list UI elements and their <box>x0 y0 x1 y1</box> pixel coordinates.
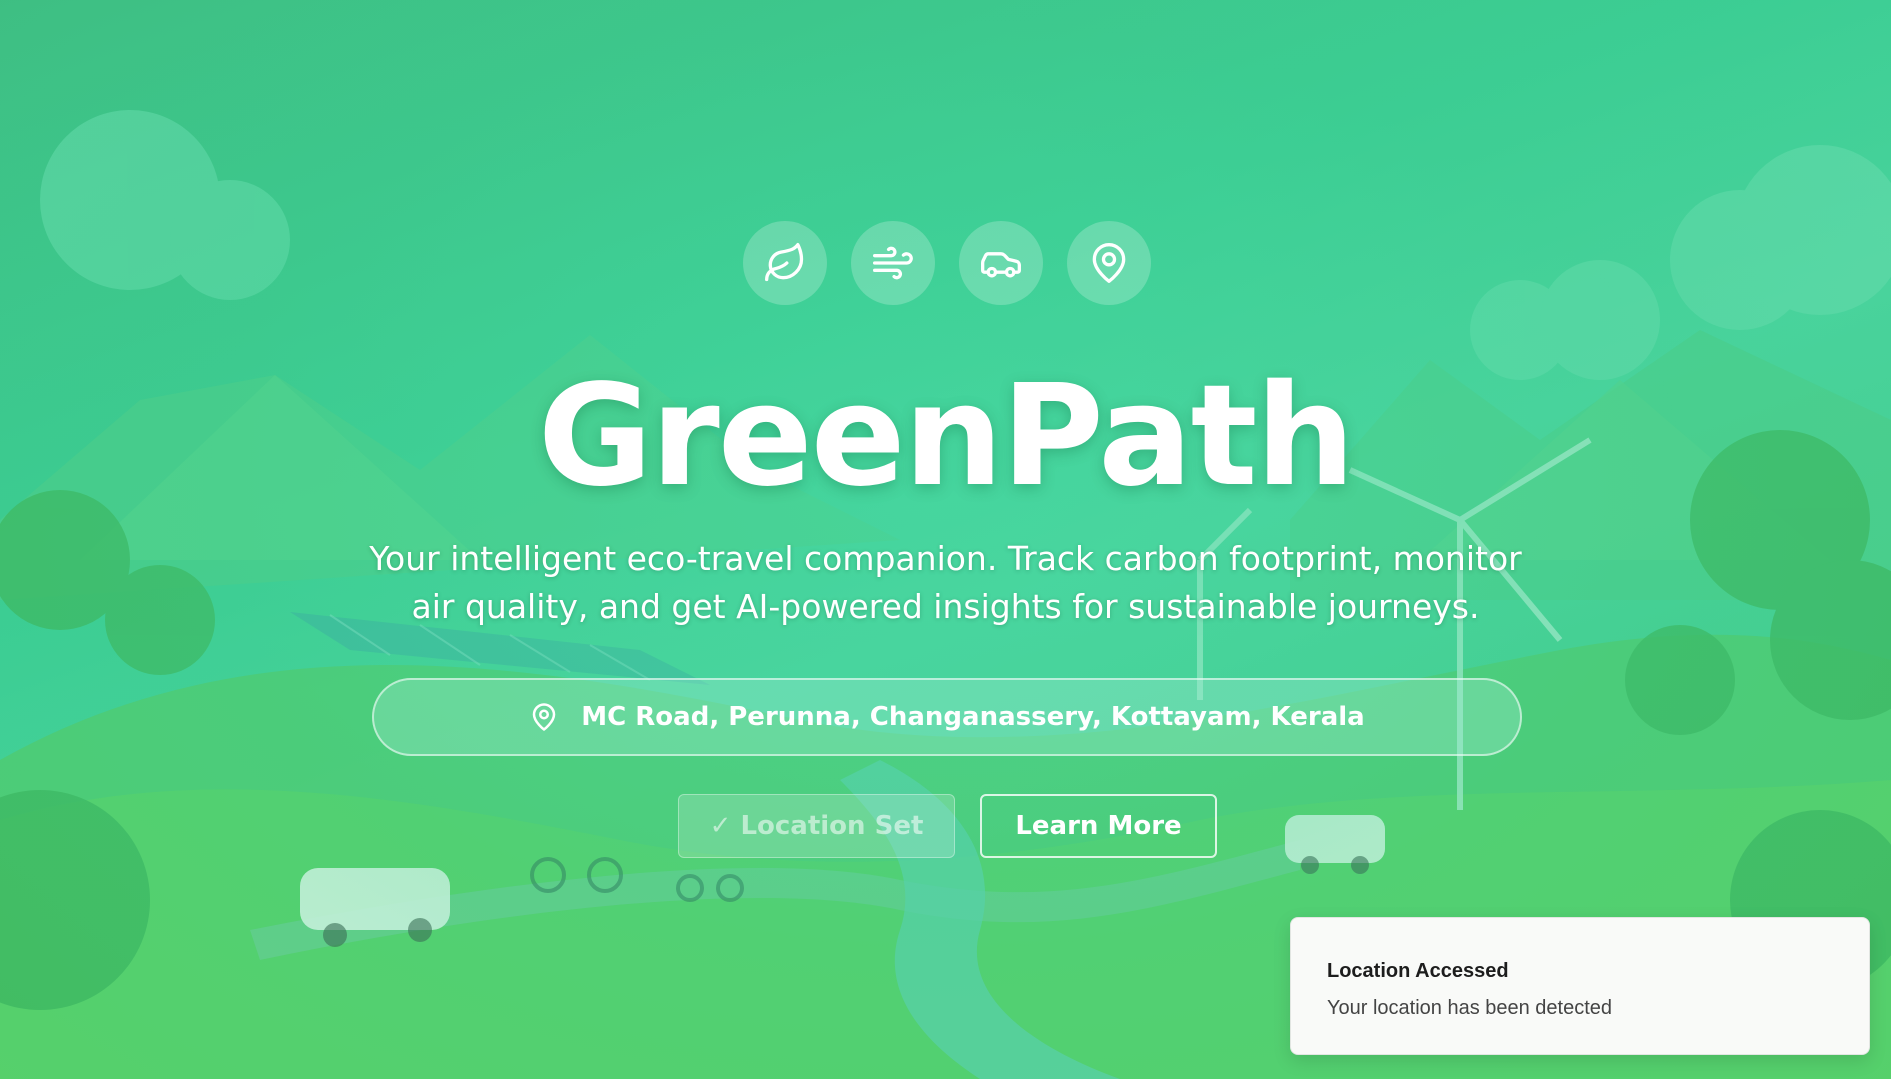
location-display[interactable]: MC Road, Perunna, Changanassery, Kottaya… <box>372 678 1522 756</box>
wind-icon <box>873 246 913 280</box>
car-icon-badge <box>959 221 1043 305</box>
toast-title: Location Accessed <box>1327 960 1509 982</box>
location-address: MC Road, Perunna, Changanassery, Kottaya… <box>581 702 1365 732</box>
car-icon <box>981 252 1021 278</box>
wind-icon-badge <box>851 221 935 305</box>
learn-more-button[interactable]: Learn More <box>980 794 1217 858</box>
toast-description: Your location has been detected <box>1327 997 1613 1019</box>
map-pin-icon <box>533 703 556 731</box>
location-set-button[interactable]: ✓ Location Set <box>678 794 955 858</box>
map-pin-icon-badge <box>1067 221 1151 305</box>
map-pin-icon <box>1092 243 1126 283</box>
app-tagline: Your intelligent eco-travel companion. T… <box>369 539 1522 626</box>
leaf-icon-badge <box>743 221 827 305</box>
notification-toast: Location Accessed Your location has been… <box>1290 917 1870 1055</box>
hero-section: GreenPath Your intelligent eco-travel co… <box>0 0 1891 1079</box>
leaf-icon <box>765 243 804 282</box>
app-title: GreenPath <box>537 355 1355 518</box>
feature-icon-row <box>743 221 1151 305</box>
